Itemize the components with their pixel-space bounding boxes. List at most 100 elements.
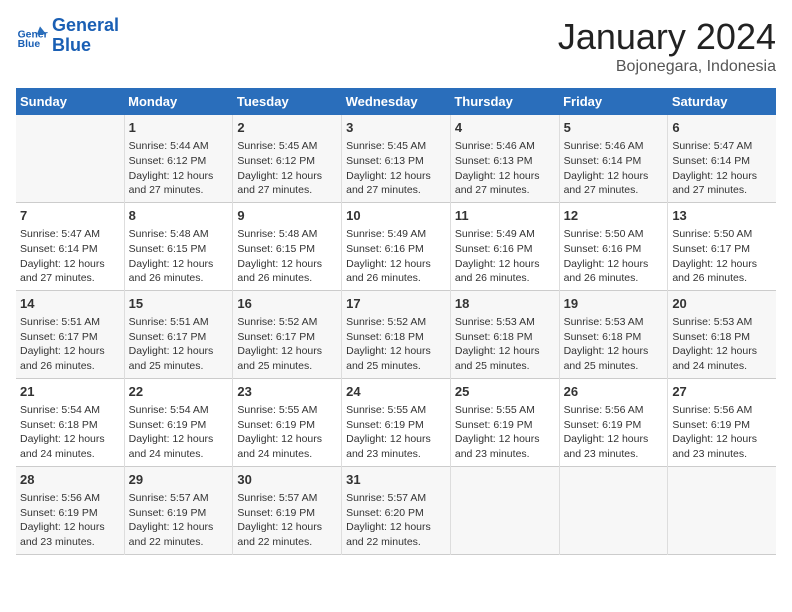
calendar-cell: 11 Sunrise: 5:49 AM Sunset: 6:16 PM Dayli… [450, 202, 559, 290]
calendar-cell: 6 Sunrise: 5:47 AM Sunset: 6:14 PM Daylig… [668, 115, 776, 202]
calendar-cell: 18 Sunrise: 5:53 AM Sunset: 6:18 PM Dayli… [450, 290, 559, 378]
day-info: Sunrise: 5:57 AM Sunset: 6:19 PM Dayligh… [129, 491, 229, 550]
day-info: Sunrise: 5:47 AM Sunset: 6:14 PM Dayligh… [672, 139, 772, 198]
logo: General Blue General Blue [16, 16, 119, 56]
header-row: SundayMondayTuesdayWednesdayThursdayFrid… [16, 88, 776, 115]
day-info: Sunrise: 5:48 AM Sunset: 6:15 PM Dayligh… [129, 227, 229, 286]
day-number: 20 [672, 295, 772, 313]
day-number: 19 [564, 295, 664, 313]
calendar-cell [668, 466, 776, 554]
day-info: Sunrise: 5:53 AM Sunset: 6:18 PM Dayligh… [455, 315, 555, 374]
week-row-4: 21Sunrise: 5:54 AM Sunset: 6:18 PM Dayli… [16, 378, 776, 466]
day-info: Sunrise: 5:49 AM Sunset: 6:16 PM Dayligh… [455, 227, 555, 286]
calendar-cell [559, 466, 668, 554]
calendar-cell: 20 Sunrise: 5:53 AM Sunset: 6:18 PM Dayli… [668, 290, 776, 378]
day-number: 11 [455, 207, 555, 225]
calendar-cell: 25Sunrise: 5:55 AM Sunset: 6:19 PM Dayli… [450, 378, 559, 466]
week-row-1: 1 Sunrise: 5:44 AM Sunset: 6:12 PM Daylig… [16, 115, 776, 202]
day-number: 31 [346, 471, 446, 489]
week-row-2: 7 Sunrise: 5:47 AM Sunset: 6:14 PM Daylig… [16, 202, 776, 290]
calendar-cell: 9 Sunrise: 5:48 AM Sunset: 6:15 PM Daylig… [233, 202, 342, 290]
calendar-cell: 21Sunrise: 5:54 AM Sunset: 6:18 PM Dayli… [16, 378, 124, 466]
calendar-cell: 14 Sunrise: 5:51 AM Sunset: 6:17 PM Dayli… [16, 290, 124, 378]
day-info: Sunrise: 5:56 AM Sunset: 6:19 PM Dayligh… [564, 403, 664, 462]
week-row-3: 14 Sunrise: 5:51 AM Sunset: 6:17 PM Dayli… [16, 290, 776, 378]
calendar-cell: 19 Sunrise: 5:53 AM Sunset: 6:18 PM Dayli… [559, 290, 668, 378]
calendar-table: SundayMondayTuesdayWednesdayThursdayFrid… [16, 88, 776, 555]
day-info: Sunrise: 5:46 AM Sunset: 6:14 PM Dayligh… [564, 139, 664, 198]
day-info: Sunrise: 5:53 AM Sunset: 6:18 PM Dayligh… [672, 315, 772, 374]
day-number: 3 [346, 119, 446, 137]
day-number: 7 [20, 207, 120, 225]
calendar-cell: 3 Sunrise: 5:45 AM Sunset: 6:13 PM Daylig… [342, 115, 451, 202]
calendar-cell: 28 Sunrise: 5:56 AM Sunset: 6:19 PM Dayli… [16, 466, 124, 554]
day-info: Sunrise: 5:52 AM Sunset: 6:18 PM Dayligh… [346, 315, 446, 374]
day-info: Sunrise: 5:55 AM Sunset: 6:19 PM Dayligh… [455, 403, 555, 462]
day-info: Sunrise: 5:48 AM Sunset: 6:15 PM Dayligh… [237, 227, 337, 286]
day-number: 8 [129, 207, 229, 225]
page-subtitle: Bojonegara, Indonesia [558, 58, 776, 76]
day-info: Sunrise: 5:51 AM Sunset: 6:17 PM Dayligh… [20, 315, 120, 374]
day-header-tuesday: Tuesday [233, 88, 342, 115]
calendar-cell: 8 Sunrise: 5:48 AM Sunset: 6:15 PM Daylig… [124, 202, 233, 290]
day-info: Sunrise: 5:56 AM Sunset: 6:19 PM Dayligh… [20, 491, 120, 550]
day-info: Sunrise: 5:52 AM Sunset: 6:17 PM Dayligh… [237, 315, 337, 374]
calendar-cell: 22 Sunrise: 5:54 AM Sunset: 6:19 PM Dayli… [124, 378, 233, 466]
calendar-cell: 13 Sunrise: 5:50 AM Sunset: 6:17 PM Dayli… [668, 202, 776, 290]
page-header: General Blue General Blue January 2024 B… [16, 16, 776, 76]
calendar-cell: 16 Sunrise: 5:52 AM Sunset: 6:17 PM Dayli… [233, 290, 342, 378]
day-number: 13 [672, 207, 772, 225]
day-info: Sunrise: 5:51 AM Sunset: 6:17 PM Dayligh… [129, 315, 229, 374]
calendar-cell: 31 Sunrise: 5:57 AM Sunset: 6:20 PM Dayli… [342, 466, 451, 554]
day-info: Sunrise: 5:45 AM Sunset: 6:12 PM Dayligh… [237, 139, 337, 198]
day-info: Sunrise: 5:57 AM Sunset: 6:20 PM Dayligh… [346, 491, 446, 550]
week-row-5: 28 Sunrise: 5:56 AM Sunset: 6:19 PM Dayli… [16, 466, 776, 554]
day-number: 9 [237, 207, 337, 225]
day-number: 26 [564, 383, 664, 401]
day-number: 17 [346, 295, 446, 313]
calendar-cell [16, 115, 124, 202]
day-info: Sunrise: 5:45 AM Sunset: 6:13 PM Dayligh… [346, 139, 446, 198]
day-number: 23 [237, 383, 337, 401]
day-number: 29 [129, 471, 229, 489]
day-number: 28 [20, 471, 120, 489]
calendar-cell: 10Sunrise: 5:49 AM Sunset: 6:16 PM Dayli… [342, 202, 451, 290]
calendar-cell: 4Sunrise: 5:46 AM Sunset: 6:13 PM Daylig… [450, 115, 559, 202]
day-number: 30 [237, 471, 337, 489]
day-header-monday: Monday [124, 88, 233, 115]
day-number: 21 [20, 383, 120, 401]
day-number: 18 [455, 295, 555, 313]
day-info: Sunrise: 5:50 AM Sunset: 6:16 PM Dayligh… [564, 227, 664, 286]
day-number: 24 [346, 383, 446, 401]
calendar-cell: 1 Sunrise: 5:44 AM Sunset: 6:12 PM Daylig… [124, 115, 233, 202]
day-info: Sunrise: 5:50 AM Sunset: 6:17 PM Dayligh… [672, 227, 772, 286]
day-header-thursday: Thursday [450, 88, 559, 115]
title-block: January 2024 Bojonegara, Indonesia [558, 16, 776, 76]
svg-text:Blue: Blue [18, 39, 41, 50]
day-info: Sunrise: 5:56 AM Sunset: 6:19 PM Dayligh… [672, 403, 772, 462]
logo-icon: General Blue [16, 20, 48, 52]
day-header-saturday: Saturday [668, 88, 776, 115]
calendar-cell: 29 Sunrise: 5:57 AM Sunset: 6:19 PM Dayli… [124, 466, 233, 554]
calendar-cell: 5Sunrise: 5:46 AM Sunset: 6:14 PM Daylig… [559, 115, 668, 202]
day-number: 22 [129, 383, 229, 401]
day-info: Sunrise: 5:55 AM Sunset: 6:19 PM Dayligh… [346, 403, 446, 462]
day-info: Sunrise: 5:54 AM Sunset: 6:19 PM Dayligh… [129, 403, 229, 462]
day-number: 14 [20, 295, 120, 313]
page-title: January 2024 [558, 16, 776, 58]
calendar-cell: 24 Sunrise: 5:55 AM Sunset: 6:19 PM Dayli… [342, 378, 451, 466]
day-info: Sunrise: 5:46 AM Sunset: 6:13 PM Dayligh… [455, 139, 555, 198]
day-header-friday: Friday [559, 88, 668, 115]
day-number: 2 [237, 119, 337, 137]
logo-text: General Blue [52, 16, 119, 56]
calendar-cell: 2 Sunrise: 5:45 AM Sunset: 6:12 PM Daylig… [233, 115, 342, 202]
day-info: Sunrise: 5:44 AM Sunset: 6:12 PM Dayligh… [129, 139, 229, 198]
day-info: Sunrise: 5:53 AM Sunset: 6:18 PM Dayligh… [564, 315, 664, 374]
calendar-cell: 30Sunrise: 5:57 AM Sunset: 6:19 PM Dayli… [233, 466, 342, 554]
day-info: Sunrise: 5:47 AM Sunset: 6:14 PM Dayligh… [20, 227, 120, 286]
day-number: 27 [672, 383, 772, 401]
day-number: 1 [129, 119, 229, 137]
day-number: 16 [237, 295, 337, 313]
calendar-cell: 23Sunrise: 5:55 AM Sunset: 6:19 PM Dayli… [233, 378, 342, 466]
day-number: 6 [672, 119, 772, 137]
